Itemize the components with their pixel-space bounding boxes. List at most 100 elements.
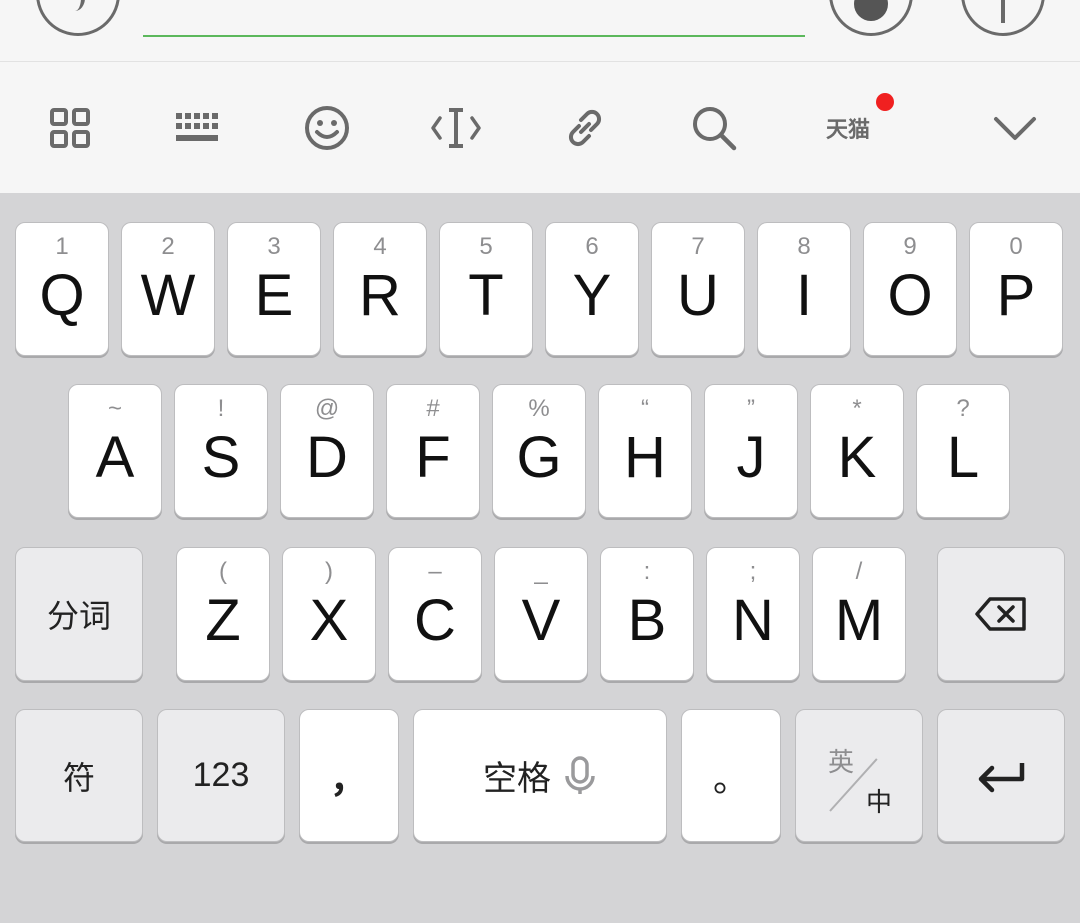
toolbar-collapse-button[interactable] xyxy=(965,62,1065,193)
toolbar-menu-button[interactable] xyxy=(20,62,120,193)
key-u[interactable]: 7U xyxy=(651,222,745,356)
key-p[interactable]: 0P xyxy=(969,222,1063,356)
voice-input-button[interactable] xyxy=(36,0,120,36)
key-letter: D xyxy=(306,425,348,490)
key-letter: B xyxy=(627,588,667,653)
grid-menu-icon xyxy=(50,107,90,148)
key-letter: C xyxy=(414,588,456,653)
key-hint: ( xyxy=(219,558,227,585)
input-area xyxy=(0,0,1080,62)
comma-key-label: ， xyxy=(329,759,368,801)
key-z[interactable]: (Z xyxy=(176,547,270,681)
key-h[interactable]: “H xyxy=(598,384,692,518)
emoji-button[interactable] xyxy=(829,0,913,36)
key-hint: 6 xyxy=(585,233,599,260)
toolbar-search-button[interactable] xyxy=(664,62,764,193)
key-q[interactable]: 1Q xyxy=(15,222,109,356)
key-hint: * xyxy=(852,395,862,422)
link-icon xyxy=(568,109,602,146)
key-m[interactable]: / M xyxy=(812,547,906,681)
key-f[interactable]: # F xyxy=(386,384,480,518)
key-x[interactable]: ) X xyxy=(282,547,376,681)
key-letter: H xyxy=(624,425,666,490)
key-g[interactable]: % G xyxy=(492,384,586,518)
key-t[interactable]: 5T xyxy=(439,222,533,356)
key-letter: O xyxy=(887,263,933,328)
key-w[interactable]: 2W xyxy=(121,222,215,356)
key-y[interactable]: 6Y xyxy=(545,222,639,356)
key-k[interactable]: * K xyxy=(810,384,904,518)
key-hint: – xyxy=(428,558,442,585)
key-hint: 4 xyxy=(373,233,387,260)
backspace-key[interactable] xyxy=(937,547,1065,681)
key-i[interactable]: 8I xyxy=(757,222,851,356)
key-v[interactable]: _ V xyxy=(494,547,588,681)
key-letter: V xyxy=(521,588,561,653)
key-n[interactable]: ; N xyxy=(706,547,800,681)
text-cursor-icon xyxy=(431,107,481,148)
toolbar-tmall-button[interactable]: 天猫 xyxy=(798,62,898,193)
toolbar-keyboard-button[interactable] xyxy=(148,62,248,193)
text-input-underline[interactable] xyxy=(143,35,805,37)
segment-key[interactable]: 分词 xyxy=(15,547,143,681)
key-hint: # xyxy=(426,395,440,422)
key-hint: ? xyxy=(956,395,970,422)
toolbar-cursor-button[interactable] xyxy=(406,62,506,193)
key-d[interactable]: @ D xyxy=(280,384,374,518)
toolbar-emoji-button[interactable] xyxy=(277,62,377,193)
enter-key[interactable] xyxy=(937,709,1065,842)
key-hint: 1 xyxy=(55,233,69,260)
key-hint: ! xyxy=(217,395,225,422)
key-hint: “ xyxy=(641,395,649,422)
key-hint: ~ xyxy=(107,395,122,422)
symbol-key[interactable]: 符 xyxy=(15,709,143,842)
key-letter: N xyxy=(732,588,774,653)
voice-icon xyxy=(65,0,85,11)
key-c[interactable]: – C xyxy=(388,547,482,681)
key-hint: 7 xyxy=(691,233,705,260)
period-key[interactable]: 。 xyxy=(681,709,781,842)
key-hint: : xyxy=(643,558,651,585)
segment-key-label: 分词 xyxy=(46,598,111,634)
key-r[interactable]: 4R xyxy=(333,222,427,356)
enter-icon xyxy=(978,762,1025,792)
key-j[interactable]: ” J xyxy=(704,384,798,518)
language-switch-key[interactable]: 英 中 xyxy=(795,709,923,842)
keyboard-bottom-strip xyxy=(0,903,1080,923)
key-letter: W xyxy=(140,263,196,328)
comma-key[interactable]: ， xyxy=(299,709,399,842)
key-l[interactable]: ? L xyxy=(916,384,1010,518)
microphone-icon xyxy=(565,755,595,794)
key-letter: F xyxy=(415,425,451,490)
key-letter: G xyxy=(516,425,562,490)
key-hint: 9 xyxy=(903,233,917,260)
key-letter: P xyxy=(996,263,1036,328)
toolbar-link-button[interactable] xyxy=(535,62,635,193)
plus-icon xyxy=(1001,0,1005,23)
space-key[interactable]: 空格 xyxy=(413,709,667,842)
key-s[interactable]: ! S xyxy=(174,384,268,518)
key-hint: % xyxy=(528,395,550,422)
key-hint: 5 xyxy=(479,233,493,260)
key-letter: I xyxy=(795,263,813,328)
key-a[interactable]: ~ A xyxy=(68,384,162,518)
more-button[interactable] xyxy=(961,0,1045,36)
period-key-label: 。 xyxy=(712,757,749,799)
key-o[interactable]: 9O xyxy=(863,222,957,356)
key-b[interactable]: :B xyxy=(600,547,694,681)
key-letter: R xyxy=(359,263,401,328)
key-e[interactable]: 3E xyxy=(227,222,321,356)
key-letter: Q xyxy=(39,263,85,328)
key-letter: Z xyxy=(205,588,241,653)
key-hint: ) xyxy=(325,558,333,585)
smiley-icon xyxy=(305,105,349,150)
number-key[interactable]: 123 xyxy=(157,709,285,842)
key-hint: ; xyxy=(749,558,757,585)
key-letter: T xyxy=(468,263,504,328)
space-key-label: 空格 xyxy=(483,760,551,798)
key-letter: J xyxy=(736,425,766,490)
key-letter: E xyxy=(254,263,294,328)
key-hint: @ xyxy=(314,395,340,422)
search-icon xyxy=(693,106,737,150)
tmall-icon: 天猫 xyxy=(825,117,870,143)
